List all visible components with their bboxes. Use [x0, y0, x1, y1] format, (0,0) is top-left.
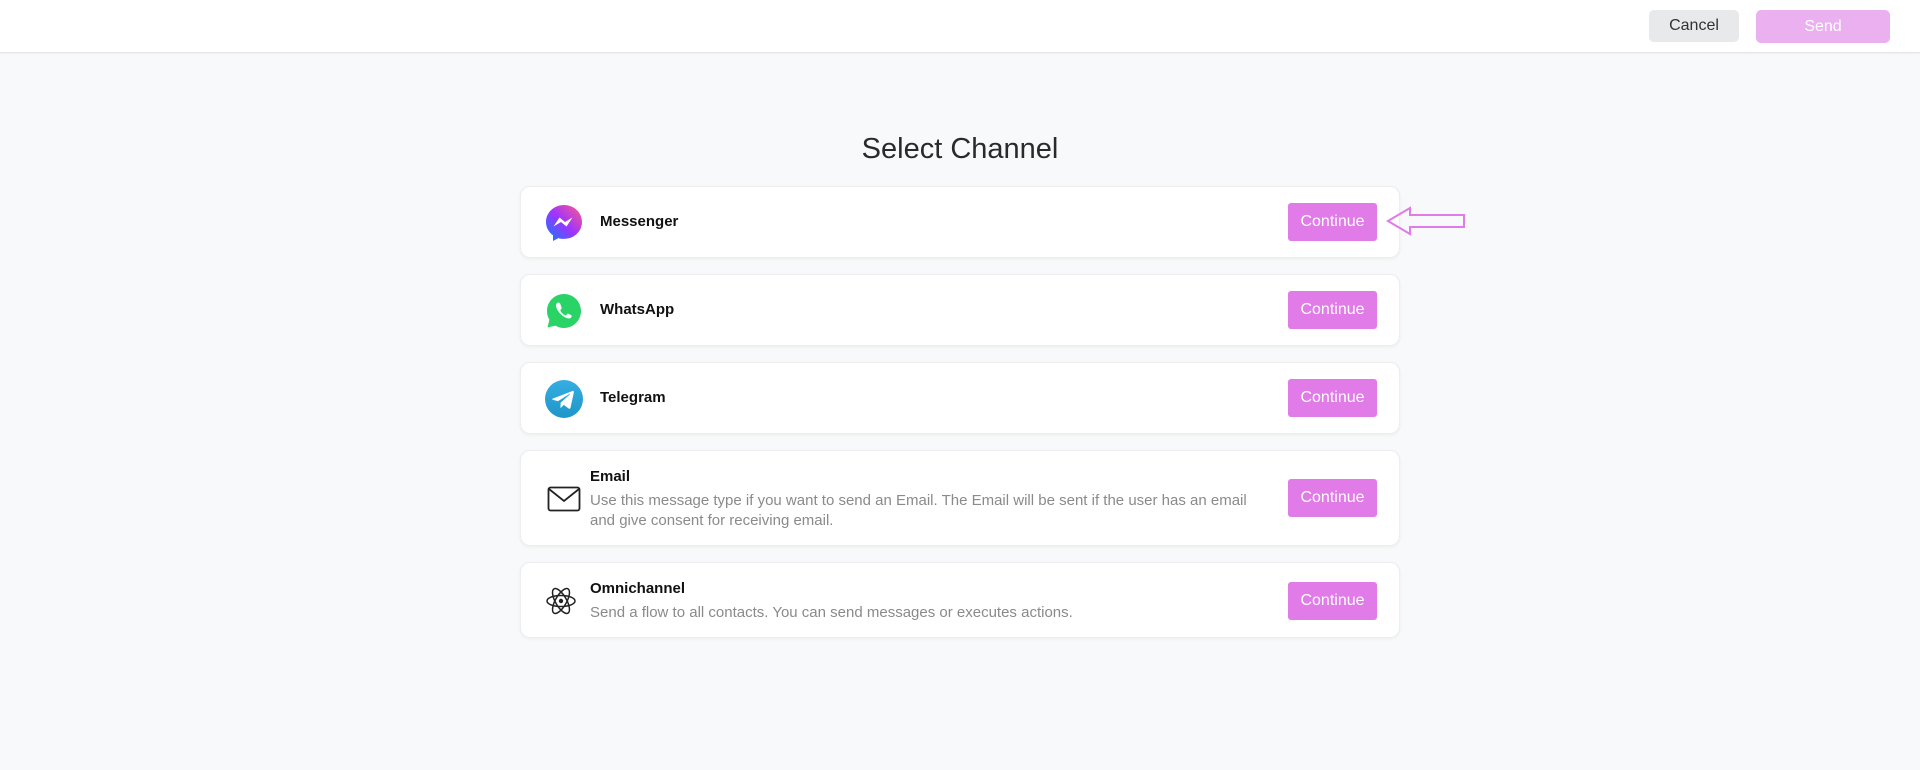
channel-name: Messenger	[600, 213, 679, 230]
messenger-icon	[544, 203, 584, 243]
continue-button-telegram[interactable]: Continue	[1288, 379, 1377, 417]
whatsapp-icon	[544, 291, 584, 331]
telegram-icon	[544, 379, 584, 419]
continue-button-messenger[interactable]: Continue	[1288, 203, 1377, 241]
continue-button-whatsapp[interactable]: Continue	[1288, 291, 1377, 329]
continue-button-omnichannel[interactable]: Continue	[1288, 582, 1377, 620]
atom-icon	[541, 581, 581, 621]
top-bar: Cancel Send	[0, 0, 1920, 53]
page-title: Select Channel	[861, 133, 1059, 165]
channel-card-omnichannel: Omnichannel Send a flow to all contacts.…	[520, 562, 1400, 638]
channel-name: WhatsApp	[600, 301, 675, 318]
channel-name: Telegram	[600, 389, 666, 406]
channel-name: Email	[590, 468, 631, 485]
channel-description: Send a flow to all contacts. You can sen…	[590, 604, 1073, 621]
send-button[interactable]: Send	[1756, 10, 1890, 43]
channel-card-email: Email Use this message type if you want …	[520, 450, 1400, 546]
channel-card-telegram: Telegram Continue	[520, 362, 1400, 434]
arrow-left-icon	[1386, 205, 1466, 237]
continue-button-email[interactable]: Continue	[1288, 479, 1377, 517]
channel-name: Omnichannel	[590, 580, 686, 597]
cancel-button[interactable]: Cancel	[1649, 10, 1739, 42]
channel-card-messenger: Messenger Continue	[520, 186, 1400, 258]
channel-description: Use this message type if you want to sen…	[590, 492, 1247, 529]
envelope-icon	[544, 479, 584, 519]
channel-card-whatsapp: WhatsApp Continue	[520, 274, 1400, 346]
